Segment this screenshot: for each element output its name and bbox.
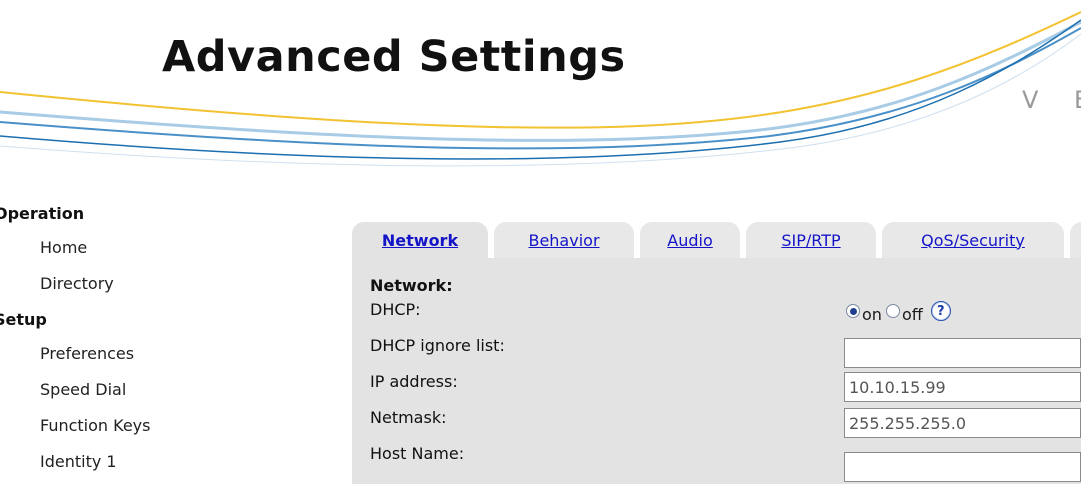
sidebar-item-preferences[interactable]: Preferences — [40, 344, 134, 363]
sidebar-item-home[interactable]: Home — [40, 238, 87, 257]
netmask-field[interactable] — [844, 408, 1081, 438]
tab-qos-security[interactable]: QoS/Security — [882, 222, 1064, 258]
netmask-label: Netmask: — [370, 408, 447, 427]
tab-behavior-link[interactable]: Behavior — [528, 231, 599, 250]
dhcp-ignore-list-label: DHCP ignore list: — [370, 336, 505, 355]
tab-overflow[interactable] — [1070, 222, 1081, 258]
header: Advanced Settings V E — [0, 0, 1081, 190]
tab-sip-rtp-link[interactable]: SIP/RTP — [781, 231, 840, 250]
brand-logo-text: V E — [1022, 86, 1081, 114]
network-section-title: Network: — [370, 276, 453, 295]
settings-tabs: Network Behavior Audio SIP/RTP QoS/Secur… — [352, 222, 1081, 258]
dhcp-label: DHCP: — [370, 300, 421, 319]
tab-behavior[interactable]: Behavior — [494, 222, 634, 258]
dhcp-radio-group: on off ? — [846, 301, 951, 324]
sidebar-section-setup: Setup — [0, 310, 47, 329]
tab-sip-rtp[interactable]: SIP/RTP — [746, 222, 876, 258]
ip-address-label: IP address: — [370, 372, 458, 391]
network-settings-panel: Network: DHCP: on off ? DHCP ignore list… — [352, 258, 1081, 484]
dhcp-off-label: off — [901, 304, 923, 324]
page-title: Advanced Settings — [162, 32, 626, 82]
tab-audio-link[interactable]: Audio — [667, 231, 712, 250]
sidebar-item-speed-dial[interactable]: Speed Dial — [40, 380, 126, 399]
dhcp-on-radio[interactable] — [846, 304, 860, 318]
dhcp-ignore-list-field[interactable] — [844, 338, 1081, 368]
host-name-label: Host Name: — [370, 444, 465, 463]
ip-address-field[interactable] — [844, 372, 1081, 402]
host-name-field[interactable] — [844, 452, 1081, 482]
tab-network-link[interactable]: Network — [382, 231, 458, 250]
sidebar-item-function-keys[interactable]: Function Keys — [40, 416, 150, 435]
tab-audio[interactable]: Audio — [640, 222, 740, 258]
tab-qos-security-link[interactable]: QoS/Security — [921, 231, 1025, 250]
help-icon[interactable]: ? — [930, 301, 951, 321]
dhcp-on-label: on — [862, 304, 882, 324]
sidebar-item-identity-1[interactable]: Identity 1 — [40, 452, 117, 471]
tab-network[interactable]: Network — [352, 222, 488, 258]
sidebar-section-operation: Operation — [0, 204, 85, 223]
header-swoosh — [0, 11, 1081, 167]
dhcp-off-radio[interactable] — [885, 304, 900, 318]
sidebar-item-directory[interactable]: Directory — [40, 274, 114, 293]
radio-selected-dot — [849, 307, 857, 315]
